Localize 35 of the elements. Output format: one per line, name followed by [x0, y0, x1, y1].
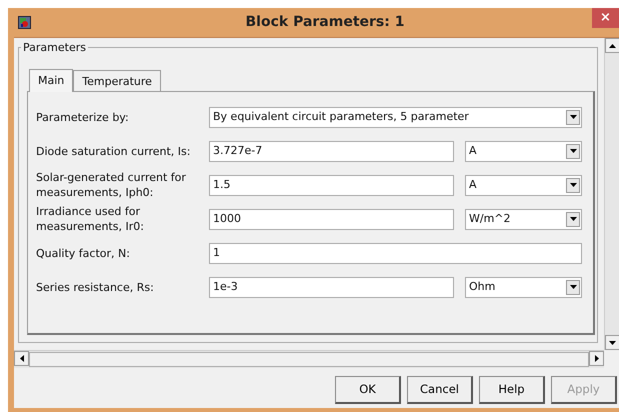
dialog-button[interactable]: OK — [335, 376, 401, 404]
unit-dropdown[interactable]: A — [465, 140, 582, 162]
tab[interactable]: Main — [29, 69, 74, 92]
unit-dropdown[interactable]: A — [465, 174, 582, 196]
app-icon — [18, 16, 31, 29]
close-button[interactable]: × — [592, 8, 619, 28]
vertical-scroll-bar[interactable] — [604, 38, 619, 350]
value-field[interactable]: 3.727e-7 — [209, 140, 454, 162]
value-field[interactable]: 1.5 — [209, 174, 454, 196]
scroll-up-icon[interactable] — [609, 44, 616, 48]
dialog-button[interactable]: Cancel — [407, 376, 473, 404]
value-field[interactable]: 1000 — [209, 208, 454, 230]
parameterize-dropdown[interactable]: By equivalent circuit parameters, 5 parameter — [209, 106, 582, 128]
tab[interactable]: Temperature — [73, 70, 161, 91]
window-title: Block Parameters: 1 — [246, 13, 404, 32]
value-field[interactable]: 1e-3 — [209, 276, 454, 298]
unit-dropdown[interactable]: W/m^2 — [465, 208, 582, 230]
caret-icon — [570, 115, 576, 119]
caret-icon — [570, 149, 576, 153]
dialog-button[interactable]: Help — [479, 376, 545, 404]
scroll-down-icon[interactable] — [609, 340, 616, 344]
field-label: Parameterize by: — [36, 110, 130, 124]
caret-icon — [570, 183, 576, 187]
field-label: Series resistance, Rs: — [36, 280, 155, 294]
field-label: Solar-generated current for measurements, Iph0: — [36, 170, 187, 200]
caret-icon — [570, 285, 576, 289]
field-label: Diode saturation current, Is: — [36, 144, 192, 158]
scroll-right-icon[interactable] — [594, 355, 598, 362]
scroll-left-icon[interactable] — [20, 355, 24, 362]
field-label: Irradiance used for measurements, Ir0: — [36, 204, 145, 234]
horizontal-scroll-bar[interactable] — [14, 350, 604, 368]
caret-icon — [570, 217, 576, 221]
field-label: Quality factor, N: — [36, 246, 131, 260]
unit-dropdown[interactable]: Ohm — [465, 276, 582, 298]
value-field[interactable]: 1 — [209, 242, 582, 264]
